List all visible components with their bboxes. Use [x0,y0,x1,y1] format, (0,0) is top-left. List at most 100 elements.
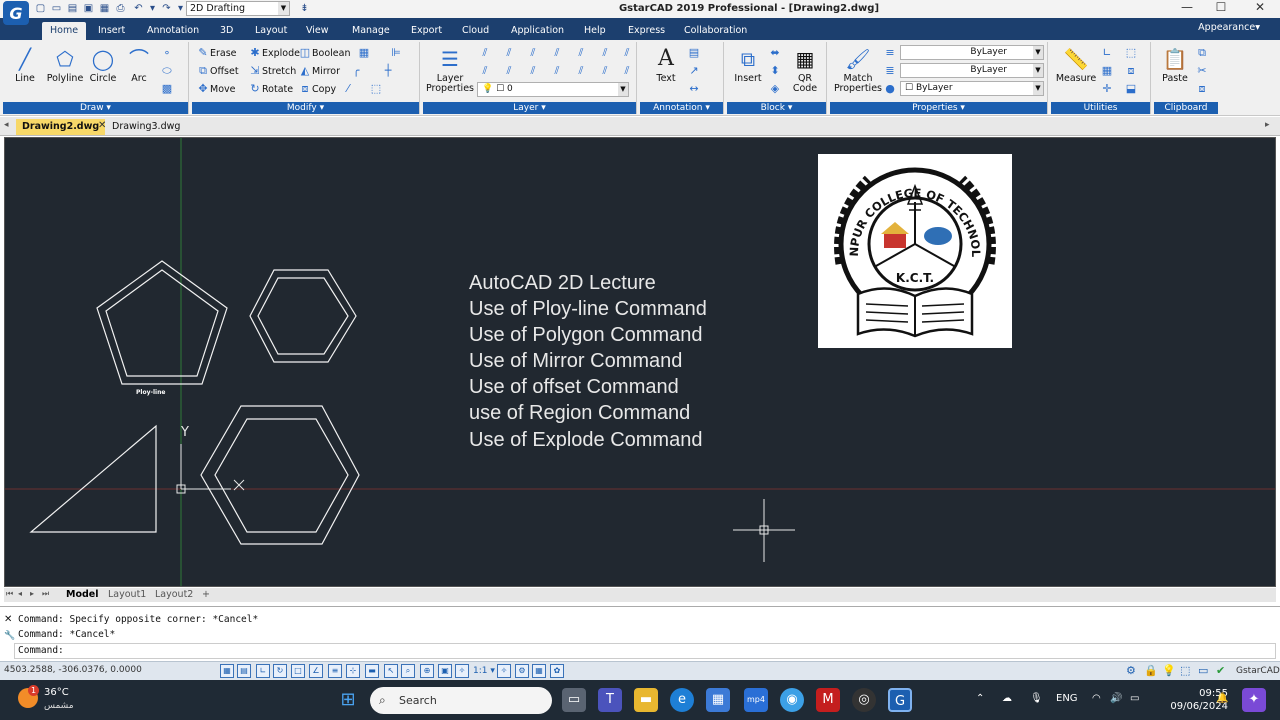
table-icon[interactable]: ▤ [686,45,702,61]
gstarcad-status-icon[interactable]: ✔ [1216,664,1225,677]
tab-annotation[interactable]: Annotation [139,22,207,40]
inner-mirror-hexagon-shape[interactable] [214,418,349,533]
color-select[interactable]: ☐ ByLayer ▼ [900,81,1044,96]
layer-tool-icon[interactable]: ⫽ [549,63,565,79]
isolate-icon[interactable]: ✿ [550,664,564,678]
osnap-icon[interactable]: □ [291,664,305,678]
layer-tool-icon[interactable]: ⫽ [477,63,493,79]
lineweight-icon[interactable]: ≡ [882,45,898,61]
teams-icon[interactable]: T [598,688,622,712]
distance-icon[interactable]: ∟ [1099,45,1115,61]
create-block-icon[interactable]: ⬌ [767,45,783,61]
layout-nav-first-icon[interactable]: ⏮ [6,589,13,599]
explode-button[interactable]: ✱ Explode [248,45,300,61]
properties-panel-title[interactable]: Properties ▾ [830,102,1047,114]
copy-base-icon[interactable]: ⧈ [1194,81,1210,97]
leader-icon[interactable]: ↗ [686,63,702,79]
tab-export[interactable]: Export [403,22,450,40]
wifi-icon[interactable]: ◠ [1092,693,1101,704]
layout-nav-last-icon[interactable]: ⏭ [42,589,49,599]
lineweight-toggle-icon[interactable]: ≡ [328,664,342,678]
polyline-button[interactable]: ⬠ Polyline [43,46,87,84]
tab-scroll-right-icon[interactable]: ▸ [1265,120,1270,130]
microphone-icon[interactable]: 🎙 [1030,693,1043,704]
doc-tab-drawing3[interactable]: Drawing3.dwg [106,119,186,135]
selection-cycle-icon[interactable]: ↖ [384,664,398,678]
obs-icon[interactable]: ◎ [852,688,876,712]
tab-help[interactable]: Help [576,22,614,40]
snap-icon[interactable]: ▤ [237,664,251,678]
close-command-icon[interactable]: ✕ [4,614,12,625]
fillet-icon[interactable]: ╭ [348,63,364,79]
layout-tab-model[interactable]: Model [62,588,102,602]
color-wheel-icon[interactable]: ● [882,81,898,97]
line-button[interactable]: ╱ Line [7,46,43,84]
microsoft-store-icon[interactable]: ▦ [706,688,730,712]
id-point-icon[interactable]: ✛ [1099,81,1115,97]
grid-icon[interactable]: ▦ [220,664,234,678]
lineweight-select[interactable]: ByLayer ▼ [900,45,1044,60]
layer-tool-icon[interactable]: ⫽ [619,45,635,61]
align-icon[interactable]: ⊫ [388,45,404,61]
array-icon[interactable]: ▦ [356,45,372,61]
annotation-scale[interactable]: 1:1 ▾ [473,666,495,676]
layer-tool-icon[interactable]: ⫽ [597,63,613,79]
layer-tool-icon[interactable]: ⫽ [573,45,589,61]
insert-block-button[interactable]: ⧉ Insert [731,46,765,84]
ortho-icon[interactable]: ∟ [256,664,270,678]
point-icon[interactable]: ∘ [159,45,175,61]
qr-code-button[interactable]: ▦ QR Code [787,46,823,94]
inner-pentagon-shape[interactable] [105,269,219,377]
tab-cloud[interactable]: Cloud [454,22,497,40]
erase-button[interactable]: ✎ Erase [196,45,236,61]
mcafee-icon[interactable]: M [816,688,840,712]
gstarcad-logo-icon[interactable]: G [3,1,29,25]
tab-express[interactable]: Express [620,22,673,40]
trim-icon[interactable]: ┼ [380,63,396,79]
layout-nav-next-icon[interactable]: ▸ [30,589,34,598]
model-space-icon[interactable]: ▣ [438,664,452,678]
lightbulb-status-icon[interactable]: 💡 [1162,664,1176,677]
measure-button[interactable]: 📏 Measure [1053,46,1099,84]
add-layout-button[interactable]: + [198,588,214,602]
layer-select[interactable]: 💡 ☐ 0 ▼ [477,82,629,97]
select-all-icon[interactable]: ⬓ [1123,81,1139,97]
tab-insert[interactable]: Insert [90,22,133,40]
language-indicator[interactable]: ENG [1056,693,1078,704]
outer-pentagon-shape[interactable] [96,260,228,385]
file-explorer-icon[interactable]: ▬ [634,688,658,712]
tray-chevron-icon[interactable]: ⌃ [976,693,984,704]
copy-clip-icon[interactable]: ⧉ [1194,45,1210,61]
canvas-scrollbar[interactable] [1267,141,1275,581]
layer-panel-title[interactable]: Layer ▾ [423,102,636,114]
lock-icon[interactable]: 🔒 [1144,664,1158,677]
scale-icon[interactable]: ⬚ [368,81,384,97]
mirror-button[interactable]: ◭ Mirror [298,63,340,79]
outer-mirror-hexagon-shape[interactable] [200,405,360,545]
layer-tool-icon[interactable]: ⫽ [501,45,517,61]
inner-hexagon-shape[interactable] [257,277,349,355]
layer-tool-icon[interactable]: ⫽ [573,63,589,79]
layer-tool-icon[interactable]: ⫽ [549,45,565,61]
transparency-icon[interactable]: ▬ [365,664,379,678]
workspace-switch-icon[interactable]: ⚙ [515,664,529,678]
layer-properties-button[interactable]: ☰ Layer Properties [425,46,475,94]
layer-tool-icon[interactable]: ⫽ [501,63,517,79]
draw-panel-title[interactable]: Draw ▾ [3,102,188,114]
modify-panel-title[interactable]: Modify ▾ [192,102,419,114]
match-properties-button[interactable]: 🖌 Match Properties [832,46,884,94]
chrome-icon[interactable]: ◉ [780,688,804,712]
command-settings-icon[interactable]: 🔧 [4,631,15,641]
annotation-visibility-icon[interactable]: ✧ [455,664,469,678]
volume-icon[interactable]: 🔊 [1110,693,1122,704]
quick-select-icon[interactable]: ⬚ [1123,45,1139,61]
extend-icon[interactable]: ⁄ [340,81,356,97]
layout-tab-layout1[interactable]: Layout1 [104,588,150,602]
linetype-select[interactable]: ByLayer ▼ [900,63,1044,78]
edge-browser-icon[interactable]: e [670,688,694,712]
drawing-canvas[interactable]: Ploy-line Y AutoCAD 2D Lecture Use of Pl… [4,137,1276,587]
copy-button[interactable]: ⧈ Copy [298,81,337,97]
tab-view[interactable]: View [298,22,337,40]
bell-icon[interactable]: 🔔 [1216,693,1228,704]
hatch-icon[interactable]: ▩ [159,81,175,97]
